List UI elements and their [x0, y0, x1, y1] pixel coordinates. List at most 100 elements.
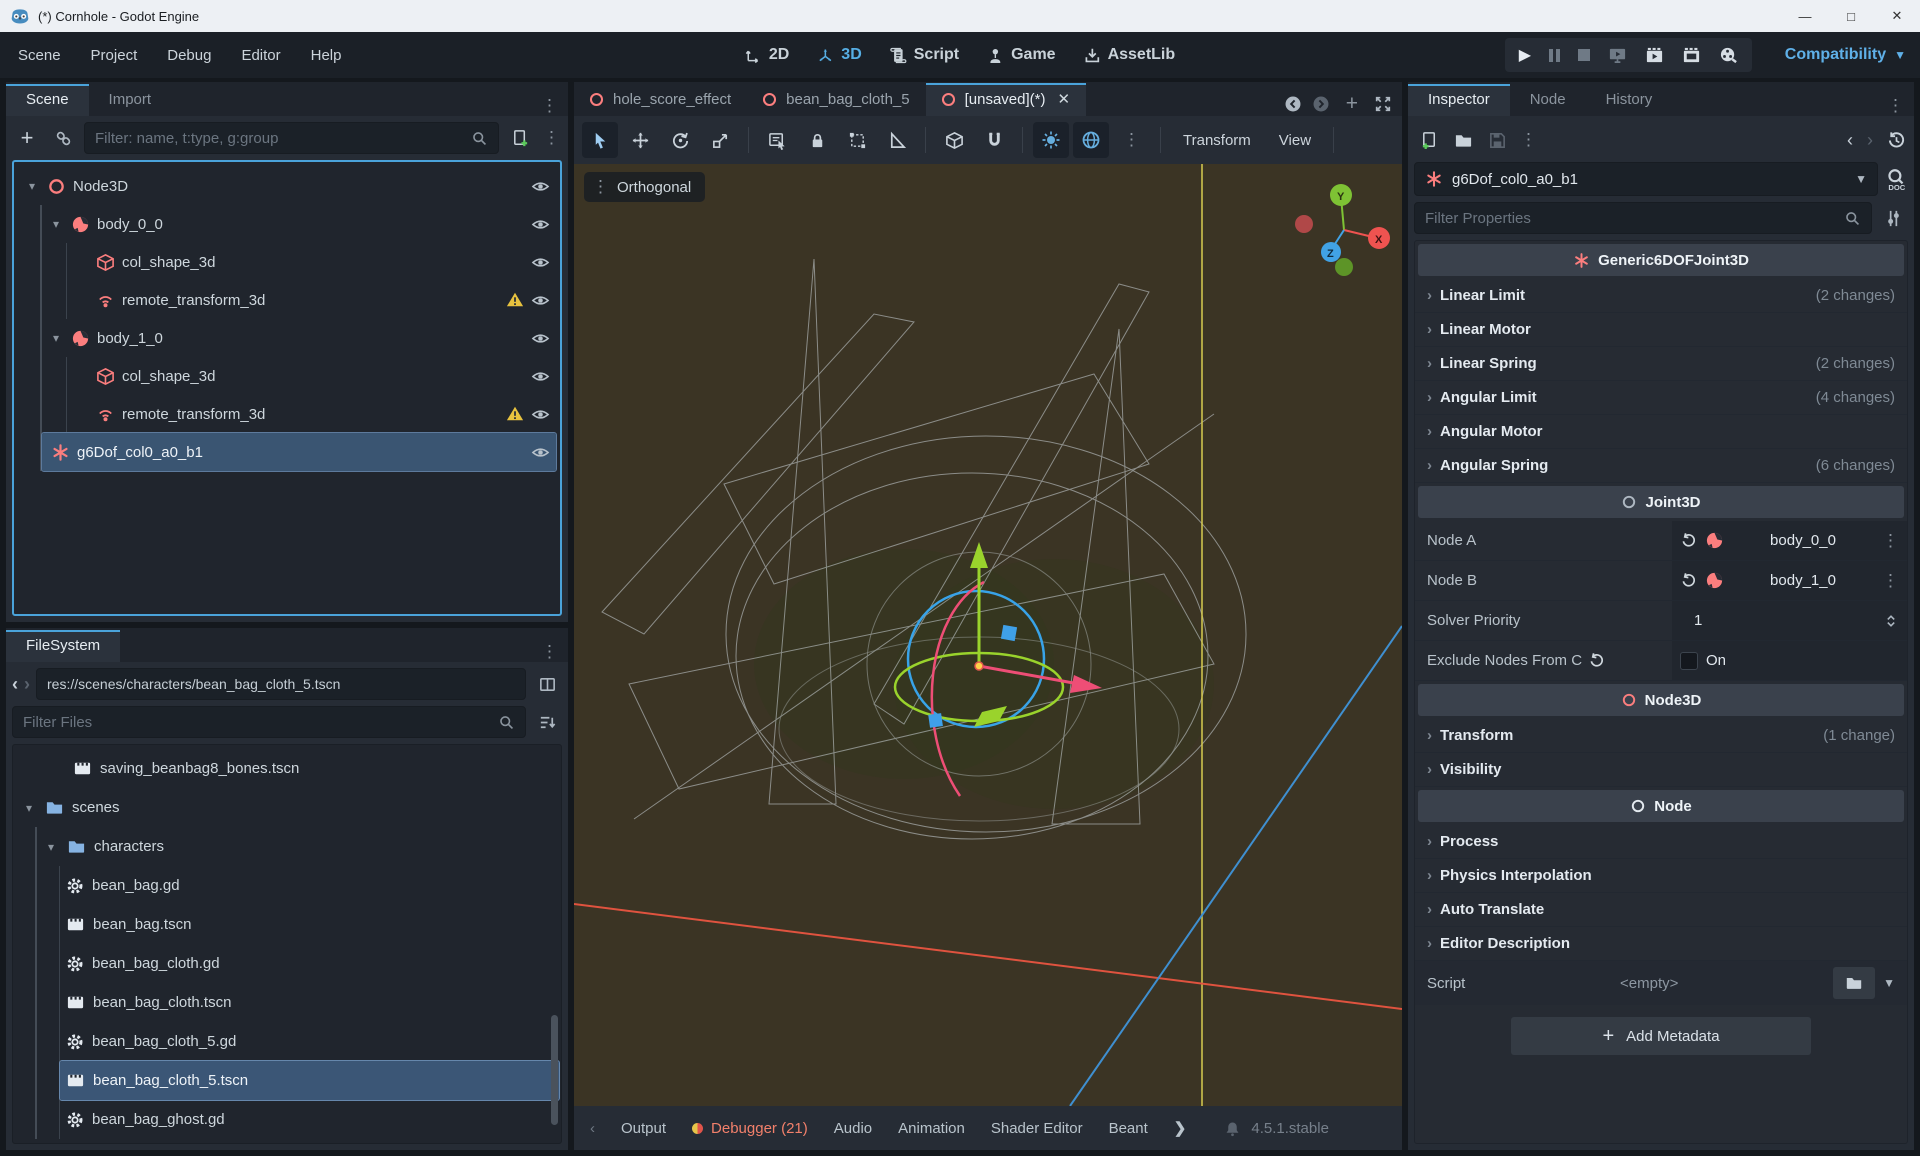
- preview-options-icon[interactable]: ⋮: [1113, 130, 1150, 150]
- section-visibility[interactable]: ›Visibility: [1415, 753, 1907, 787]
- bottom-tab-output[interactable]: Output: [621, 1120, 666, 1137]
- folder-row-characters[interactable]: ▾ characters: [37, 827, 559, 866]
- file-row[interactable]: bean_bag_ghost.gd: [60, 1100, 559, 1139]
- projection-label[interactable]: ⋮ Orthogonal: [584, 172, 705, 202]
- spinner-icon[interactable]: [1883, 613, 1899, 629]
- menu-editor[interactable]: Editor: [241, 47, 280, 64]
- history-back-icon[interactable]: ‹: [1847, 130, 1853, 151]
- section-linear-spring[interactable]: ›Linear Spring (2 changes): [1415, 347, 1907, 381]
- collapse-icon[interactable]: ▾: [24, 179, 40, 193]
- edited-node-selector[interactable]: g6Dof_col0_a0_b1 ▼: [1414, 162, 1878, 196]
- file-row[interactable]: bean_bag.tscn: [60, 905, 559, 944]
- scene-tab-hole-score-effect[interactable]: hole_score_effect: [574, 84, 747, 116]
- tree-row-node3d[interactable]: ▾ Node3D: [18, 167, 556, 205]
- renderer-dropdown[interactable]: Compatibility▼: [1785, 32, 1906, 78]
- bottom-tab-debugger[interactable]: Debugger (21): [692, 1120, 808, 1137]
- visibility-eye-icon[interactable]: [531, 253, 550, 272]
- menu-help[interactable]: Help: [311, 47, 342, 64]
- visibility-eye-icon[interactable]: [531, 215, 550, 234]
- tree-row-g6dof-selected[interactable]: g6Dof_col0_a0_b1: [42, 433, 556, 471]
- preview-environment-button[interactable]: [1073, 122, 1109, 158]
- ruler-button[interactable]: [879, 122, 915, 158]
- file-row[interactable]: bean_bag_cloth_5.gd: [60, 1022, 559, 1061]
- node-a-options-icon[interactable]: ⋮: [1882, 531, 1899, 551]
- play-button[interactable]: ▶: [1519, 45, 1531, 65]
- file-row[interactable]: bean_bag_cloth.gd: [60, 944, 559, 983]
- tab-import[interactable]: Import: [89, 84, 172, 116]
- minimize-button[interactable]: —: [1782, 0, 1828, 32]
- panel-scroll-left-icon[interactable]: ‹: [590, 1120, 595, 1137]
- movie-maker-icon[interactable]: [1682, 46, 1701, 65]
- file-row-selected[interactable]: bean_bag_cloth_5.tscn: [60, 1061, 559, 1100]
- movie-play-icon[interactable]: [1645, 46, 1664, 65]
- menu-debug[interactable]: Debug: [167, 47, 211, 64]
- resource-menu-icon[interactable]: ⋮: [1516, 130, 1541, 150]
- collapse-icon[interactable]: ▾: [21, 801, 37, 815]
- context-assetlib[interactable]: AssetLib: [1084, 46, 1176, 64]
- view-menu[interactable]: View: [1267, 132, 1323, 149]
- tree-row-body-0-0[interactable]: ▾ body_0_0: [42, 205, 556, 243]
- file-tree-scrollbar[interactable]: [551, 1015, 558, 1125]
- tab-forward-icon[interactable]: [1312, 95, 1330, 113]
- visibility-eye-icon[interactable]: [531, 443, 550, 462]
- section-process[interactable]: ›Process: [1415, 825, 1907, 859]
- tool-select-button[interactable]: [582, 122, 618, 158]
- section-linear-motor[interactable]: ›Linear Motor: [1415, 313, 1907, 347]
- collapse-icon[interactable]: ▾: [48, 217, 64, 231]
- context-game[interactable]: Game: [987, 46, 1055, 64]
- new-resource-button[interactable]: [1414, 125, 1444, 155]
- collapse-icon[interactable]: ▾: [48, 331, 64, 345]
- history-forward-icon[interactable]: ›: [1867, 130, 1873, 151]
- node-b-value[interactable]: body_1_0: [1732, 572, 1874, 589]
- close-tab-icon[interactable]: ✕: [1057, 90, 1070, 108]
- warning-icon[interactable]: [506, 405, 524, 423]
- node-a-value[interactable]: body_0_0: [1732, 532, 1874, 549]
- context-2d[interactable]: 2D: [745, 46, 789, 64]
- bottom-tab-shader-editor[interactable]: Shader Editor: [991, 1120, 1083, 1137]
- fs-forward-button[interactable]: ›: [24, 674, 30, 695]
- tree-row-col-shape[interactable]: col_shape_3d: [67, 243, 556, 281]
- scene-tab-bean-bag-cloth-5[interactable]: bean_bag_cloth_5: [747, 84, 925, 116]
- node-b-options-icon[interactable]: ⋮: [1882, 571, 1899, 591]
- bottom-tab-animation[interactable]: Animation: [898, 1120, 965, 1137]
- section-linear-limit[interactable]: ›Linear Limit (2 changes): [1415, 279, 1907, 313]
- scene-tab-unsaved[interactable]: [unsaved](*) ✕: [926, 83, 1086, 116]
- property-filter-input[interactable]: [1425, 210, 1844, 227]
- fs-split-mode-button[interactable]: [532, 669, 562, 699]
- edit-history-icon[interactable]: [1887, 131, 1906, 150]
- file-row[interactable]: bean_bag_cloth.tscn: [60, 983, 559, 1022]
- add-metadata-button[interactable]: + Add Metadata: [1511, 1017, 1811, 1055]
- file-row[interactable]: bean_bag.gd: [60, 866, 559, 905]
- visibility-eye-icon[interactable]: [531, 291, 550, 310]
- tree-row-remote-transform-2[interactable]: remote_transform_3d: [67, 395, 556, 433]
- expand-viewport-icon[interactable]: [1374, 95, 1392, 113]
- visibility-eye-icon[interactable]: [531, 367, 550, 386]
- section-editor-description[interactable]: ›Editor Description: [1415, 927, 1907, 961]
- tree-row-remote-transform[interactable]: remote_transform_3d: [67, 281, 556, 319]
- tab-history[interactable]: History: [1586, 84, 1673, 116]
- section-auto-translate[interactable]: ›Auto Translate: [1415, 893, 1907, 927]
- pause-button[interactable]: [1549, 49, 1560, 62]
- fs-path-input[interactable]: [47, 676, 515, 692]
- transform-menu[interactable]: Transform: [1171, 132, 1263, 149]
- solver-priority-value[interactable]: 1: [1680, 612, 1702, 629]
- scene-tree-menu-icon[interactable]: ⋮: [541, 128, 562, 148]
- instance-scene-button[interactable]: [48, 123, 78, 153]
- script-options-chevron-icon[interactable]: ▼: [1883, 976, 1895, 990]
- warning-icon[interactable]: [506, 291, 524, 309]
- context-3d[interactable]: 3D: [817, 46, 861, 64]
- section-angular-limit[interactable]: ›Angular Limit (4 changes): [1415, 381, 1907, 415]
- group-node-button[interactable]: [839, 122, 875, 158]
- new-scene-tab-icon[interactable]: +: [1346, 92, 1358, 116]
- tool-list-select-button[interactable]: [759, 122, 795, 158]
- script-value[interactable]: <empty>: [1473, 975, 1825, 992]
- add-node-button[interactable]: +: [12, 123, 42, 153]
- lock-node-button[interactable]: [799, 122, 835, 158]
- use-snap-button[interactable]: [976, 122, 1012, 158]
- snap-object-button[interactable]: [936, 122, 972, 158]
- menu-scene[interactable]: Scene: [18, 47, 61, 64]
- context-script[interactable]: Script: [890, 46, 959, 64]
- exclude-nodes-checkbox[interactable]: [1680, 652, 1698, 670]
- tool-rotate-button[interactable]: [662, 122, 698, 158]
- close-button[interactable]: ✕: [1874, 0, 1920, 32]
